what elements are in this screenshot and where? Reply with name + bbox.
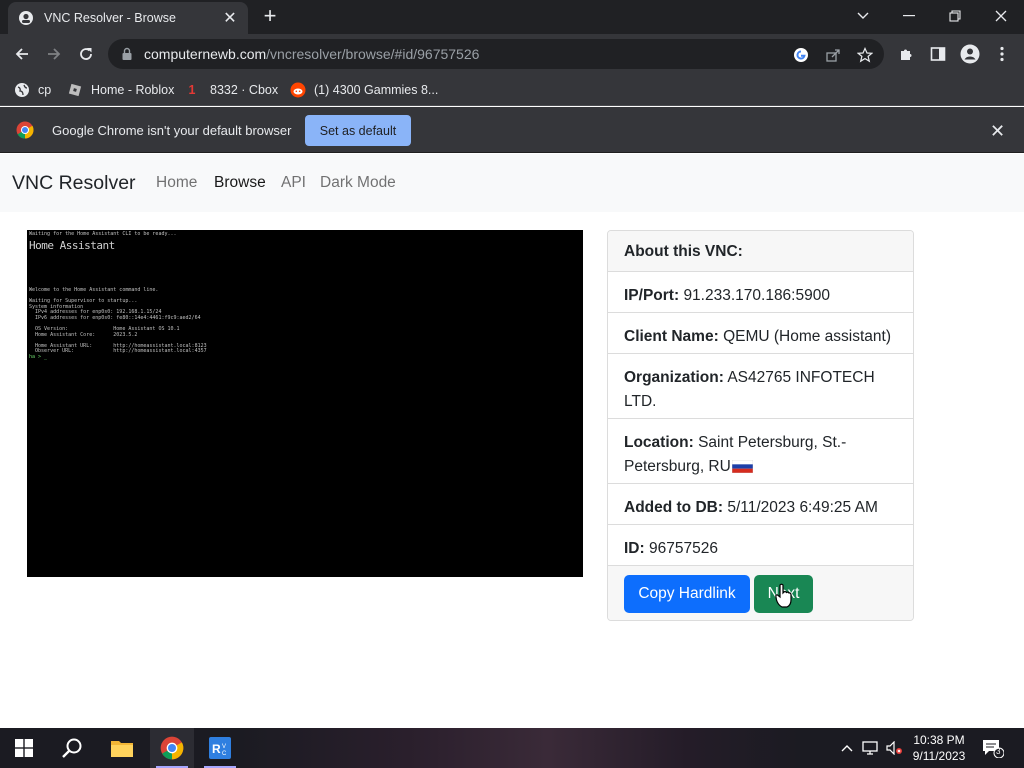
windows-taskbar: RVC 10:38 PM 9/11/2023 3	[0, 728, 1024, 768]
client-name-value: QEMU (Home assistant)	[723, 328, 892, 345]
default-browser-infobar: Google Chrome isn't your default browser…	[0, 107, 1024, 153]
ip-port-value: 91.233.170.186:5900	[683, 287, 830, 304]
tab-close-icon[interactable]: ✕	[222, 8, 238, 28]
side-panel-icon[interactable]	[928, 44, 948, 64]
infobar-message: Google Chrome isn't your default browser	[52, 123, 292, 138]
id-value: 96757526	[648, 540, 718, 557]
start-icon[interactable]	[2, 728, 46, 768]
taskbar-wallpaper	[240, 728, 800, 768]
volume-muted-icon[interactable]	[886, 740, 902, 756]
id-row: ID: 96757526	[608, 525, 913, 566]
copy-hardlink-button[interactable]: Copy Hardlink	[624, 575, 750, 613]
back-icon[interactable]	[10, 42, 34, 66]
terminal-line: Observer URL: http://homeassistant.local…	[29, 348, 207, 355]
roblox-icon	[67, 82, 83, 98]
file-explorer-icon[interactable]	[100, 728, 144, 768]
card-footer: Copy Hardlink Next	[608, 566, 913, 620]
browser-tab[interactable]: VNC Resolver - Browse ✕	[8, 2, 248, 34]
cbox-badge: 1	[188, 83, 196, 97]
bookmark-label: 8332 · Cbox	[210, 83, 279, 97]
svg-text:V: V	[222, 744, 226, 750]
extensions-icon[interactable]	[896, 44, 916, 64]
show-hidden-icons-chevron[interactable]	[839, 740, 855, 756]
infobar-close-icon[interactable]: ✕	[990, 121, 1005, 142]
new-tab-icon[interactable]: +	[258, 5, 282, 29]
reload-icon[interactable]	[74, 42, 98, 66]
ip-port-label: IP/Port:	[624, 287, 680, 304]
clock-date: 9/11/2023	[912, 749, 966, 763]
restore-icon[interactable]	[932, 0, 978, 32]
hand-cursor-icon	[775, 583, 792, 608]
chrome-logo-icon	[16, 121, 34, 139]
browser-toolbar: computernewb.com/vncresolver/browse/#id/…	[0, 34, 1024, 74]
bookmark-label: Home - Roblox	[91, 83, 175, 97]
added-to-db-label: Added to DB:	[624, 499, 724, 516]
system-clock[interactable]: 10:38 PM 9/11/2023	[906, 732, 972, 764]
tab-strip: VNC Resolver - Browse ✕ +	[0, 0, 1024, 34]
location-label: Location:	[624, 434, 694, 451]
share-icon[interactable]	[824, 46, 842, 64]
vnc-info-card: About this VNC: IP/Port: 91.233.170.186:…	[607, 230, 914, 621]
location-row: Location: Saint Petersburg, St.-Petersbu…	[608, 419, 913, 484]
id-label: ID:	[624, 540, 645, 557]
bookmark-label: (1) 4300 Gammies 8...	[314, 83, 439, 97]
terminal-banner: Home Assistant	[29, 239, 115, 252]
tab-search-icon[interactable]	[840, 0, 886, 32]
globe-icon	[14, 82, 30, 98]
reddit-icon	[290, 82, 306, 98]
vnc-viewer-icon[interactable]: RVC	[198, 728, 242, 768]
site-brand[interactable]: VNC Resolver	[12, 172, 136, 195]
bookmark-roblox[interactable]: Home - Roblox	[67, 81, 174, 99]
url-host: computernewb.com	[144, 46, 267, 62]
web-page: VNC Resolver Home Browse API Dark Mode W…	[0, 154, 1024, 728]
notification-count: 3	[996, 747, 1001, 756]
terminal-line: ha > _	[29, 354, 48, 361]
bookmark-star-icon[interactable]	[856, 46, 874, 64]
clock-time: 10:38 PM	[913, 733, 965, 747]
bookmark-cbox[interactable]: 1 8332 · Cbox	[186, 81, 279, 99]
svg-text:C: C	[222, 751, 227, 757]
nav-api[interactable]: API	[281, 174, 306, 192]
notifications-icon[interactable]: 3	[982, 738, 1005, 759]
added-to-db-row: Added to DB: 5/11/2023 6:49:25 AM	[608, 484, 913, 525]
organization-label: Organization:	[624, 369, 724, 386]
bookmark-reddit[interactable]: (1) 4300 Gammies 8...	[290, 81, 438, 99]
client-name-row: Client Name: QEMU (Home assistant)	[608, 313, 913, 354]
bookmarks-bar: cp Home - Roblox 1 8332 · Cbox (1) 4300 …	[0, 74, 1024, 106]
card-header: About this VNC:	[608, 231, 913, 272]
client-name-label: Client Name:	[624, 328, 719, 345]
terminal-line: IPv6 addresses for enp0s0: fe80::14e4:44…	[29, 314, 201, 321]
google-icon[interactable]	[792, 46, 810, 64]
bookmark-label: cp	[38, 83, 52, 97]
url-path: /vncresolver/browse/#id/96757526	[266, 46, 480, 62]
nav-dark-mode[interactable]: Dark Mode	[320, 174, 396, 192]
minimize-icon[interactable]	[886, 0, 932, 32]
organization-row: Organization: AS42765 INFOTECH LTD.	[608, 354, 913, 419]
svg-text:R: R	[212, 742, 221, 756]
search-icon[interactable]	[50, 728, 94, 768]
forward-icon[interactable]	[42, 42, 66, 66]
russia-flag-icon	[731, 460, 753, 473]
nav-browse[interactable]: Browse	[214, 174, 266, 192]
nav-home[interactable]: Home	[156, 174, 197, 192]
site-navbar: VNC Resolver Home Browse API Dark Mode	[0, 154, 1024, 212]
lock-icon[interactable]	[120, 47, 134, 61]
ip-port-row: IP/Port: 91.233.170.186:5900	[608, 272, 913, 313]
tab-title: VNC Resolver - Browse	[44, 11, 176, 25]
set-as-default-button[interactable]: Set as default	[305, 115, 411, 146]
vnc-resolver-favicon	[19, 11, 33, 25]
close-window-icon[interactable]	[978, 0, 1024, 32]
menu-kebab-icon[interactable]	[992, 44, 1012, 64]
added-to-db-value: 5/11/2023 6:49:25 AM	[727, 499, 878, 516]
chrome-taskbar-icon[interactable]	[150, 728, 194, 768]
bookmark-cp[interactable]: cp	[14, 81, 51, 99]
vnc-screenshot: Waiting for the Home Assistant CLI to be…	[27, 230, 583, 577]
profile-avatar-icon[interactable]	[960, 44, 980, 64]
address-bar[interactable]: computernewb.com/vncresolver/browse/#id/…	[108, 39, 884, 69]
network-icon[interactable]	[862, 740, 878, 756]
